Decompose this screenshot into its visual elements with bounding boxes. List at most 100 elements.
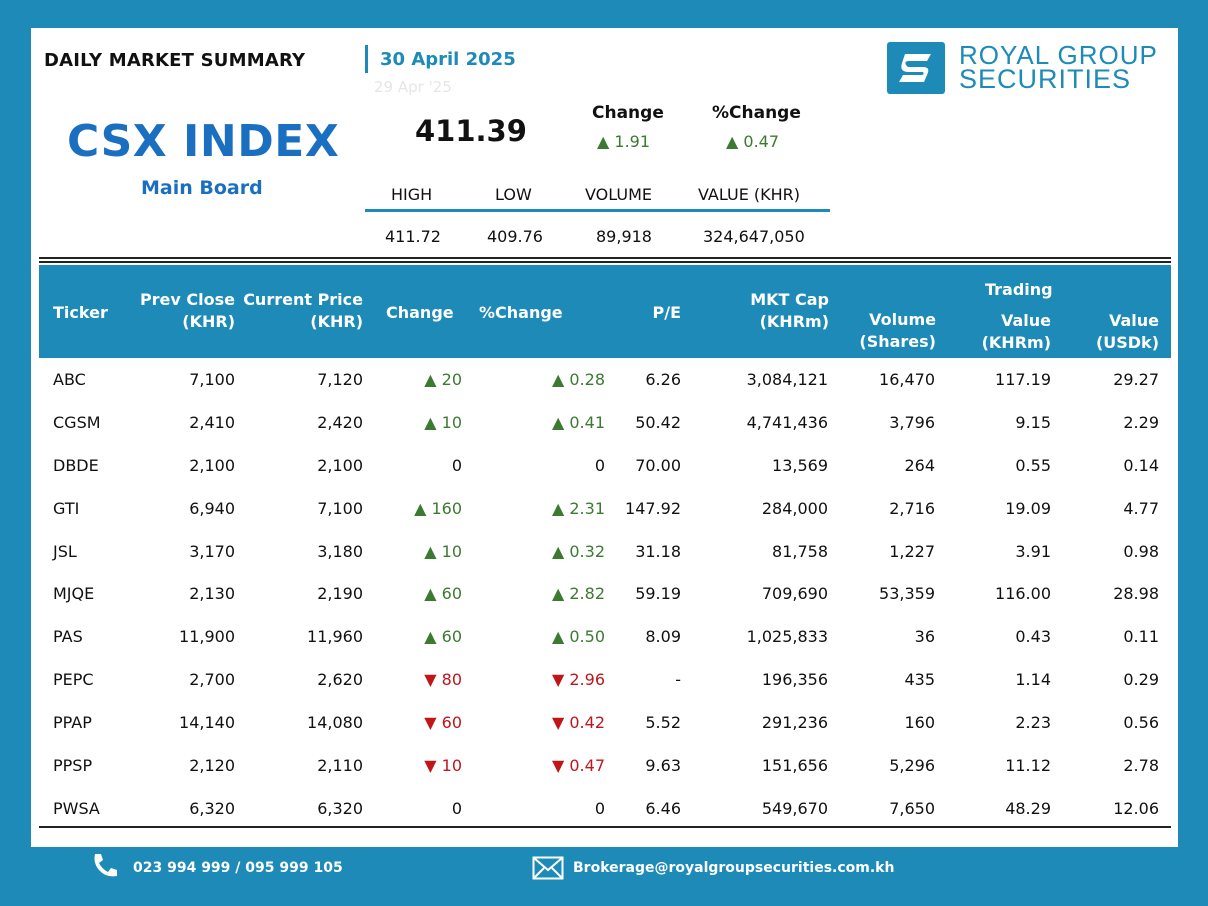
cell-prev-close: 14,140: [179, 713, 235, 733]
table-row: PPSP 2,120 2,110 ▼ 10 ▼ 0.47 9.63 151,656 5,296…: [39, 744, 1171, 787]
cell-mkt-cap: 4,741,436: [746, 412, 828, 432]
table-row: MJQE 2,130 2,190 ▲ 60 ▲ 2.82 59.19 709,690 53,3…: [39, 572, 1171, 615]
cell-ticker: PPSP: [53, 756, 93, 776]
report-title: DAILY MARKET SUMMARY: [44, 50, 306, 71]
footer-phone: 023 994 999 / 095 999 105: [133, 860, 343, 876]
cell-prev-close: 2,120: [189, 756, 235, 776]
index-board: Main Board: [141, 177, 263, 199]
cell-pct-change: ▼ 0.47: [551, 756, 605, 776]
cell-value-khr: 1.14: [1015, 670, 1051, 690]
logo-text-line2: SECURITIES: [959, 64, 1132, 94]
cell-value-khr: 116.00: [995, 584, 1051, 604]
cell-current-price: 11,960: [307, 627, 363, 647]
cell-pct-change: 0: [594, 798, 605, 818]
cell-pct-change: ▲ 0.32: [551, 541, 605, 561]
cell-prev-close: 2,100: [189, 455, 235, 475]
cell-volume: 16,470: [879, 370, 935, 389]
cell-change: ▲ 20: [424, 370, 462, 389]
stat-header-low: LOW: [495, 185, 532, 204]
cell-value-usd: 2.78: [1123, 756, 1159, 776]
th-pe: P/E: [652, 303, 682, 322]
cell-value-usd: 0.14: [1123, 455, 1159, 475]
cell-current-price: 14,080: [307, 713, 363, 733]
change-value: ▲ 1.91: [597, 132, 651, 151]
cell-change: 0: [451, 798, 462, 818]
cell-ticker: GTI: [53, 498, 80, 518]
cell-pct-change: ▲ 0.28: [551, 370, 605, 389]
stats-underline: [365, 209, 830, 212]
cell-value-khr: 9.15: [1015, 412, 1051, 432]
cell-current-price: 6,320: [317, 798, 363, 818]
cell-change: ▲ 10: [424, 412, 462, 432]
cell-prev-close: 6,320: [189, 798, 235, 818]
pct-change-value: ▲ 0.47: [726, 132, 780, 151]
section-divider-top: [39, 257, 1171, 259]
change-label: Change: [592, 103, 664, 123]
cell-change: ▲ 60: [424, 584, 462, 604]
stat-value: 324,647,050: [703, 227, 805, 246]
faded-date: 29 Apr '25: [374, 78, 452, 96]
footer-email[interactable]: Brokerage@royalgroupsecurities.com.kh: [573, 860, 894, 876]
cell-volume: 7,650: [889, 798, 935, 818]
cell-value-usd: 0.11: [1123, 627, 1159, 647]
cell-value-khr: 11.12: [1005, 756, 1051, 776]
cell-current-price: 2,100: [317, 455, 363, 475]
cell-volume: 53,359: [879, 584, 935, 604]
pct-change-label: %Change: [712, 103, 801, 123]
table-row: PWSA 6,320 6,320 0 0 6.46 549,670 7,650 48.29 12.…: [39, 787, 1171, 830]
cell-value-usd: 0.98: [1123, 541, 1159, 561]
table-row: DBDE 2,100 2,100 0 0 70.00 13,569 264 0.55 0.14: [39, 444, 1171, 487]
th-change: Change: [386, 303, 454, 322]
cell-current-price: 2,110: [317, 756, 363, 776]
cell-mkt-cap: 13,569: [772, 455, 828, 475]
cell-ticker: DBDE: [53, 455, 99, 475]
cell-current-price: 2,620: [317, 670, 363, 690]
cell-current-price: 7,100: [317, 498, 363, 518]
cell-current-price: 7,120: [317, 370, 363, 389]
table-row: JSL 3,170 3,180 ▲ 10 ▲ 0.32 31.18 81,758 1,227 3…: [39, 530, 1171, 573]
th-trading: Trading: [985, 280, 1053, 299]
cell-pe: 147.92: [625, 498, 681, 518]
table-bottom-rule: [39, 826, 1171, 828]
th-pct-change: %Change: [479, 303, 563, 322]
stat-header-volume: VOLUME: [585, 185, 652, 204]
rgs-logo-mark-icon: [887, 42, 945, 94]
stat-header-high: HIGH: [391, 185, 433, 204]
cell-change: ▲ 60: [424, 627, 462, 647]
cell-ticker: ABC: [53, 370, 86, 389]
cell-value-usd: 12.06: [1113, 798, 1159, 818]
cell-volume: 1,227: [889, 541, 935, 561]
index-name: CSX INDEX: [67, 116, 340, 167]
cell-mkt-cap: 291,236: [761, 713, 828, 733]
market-table-body: ABC 7,100 7,120 ▲ 20 ▲ 0.28 6.26 3,084,121 16,4…: [39, 358, 1171, 830]
th-mkt-cap: MKT Cap (KHRm): [750, 290, 829, 331]
cell-mkt-cap: 1,025,833: [746, 627, 828, 647]
cell-value-khr: 0.55: [1015, 455, 1051, 475]
cell-ticker: PEPC: [53, 670, 94, 690]
report-date: 30 April 2025: [380, 49, 516, 70]
cell-prev-close: 2,410: [189, 412, 235, 432]
cell-change: ▼ 60: [424, 713, 462, 733]
th-value-usd: Value (USDk): [1095, 311, 1159, 352]
cell-pe: 9.63: [645, 756, 681, 776]
cell-mkt-cap: 196,356: [761, 670, 828, 690]
cell-volume: 36: [914, 627, 935, 647]
cell-pe: 6.26: [645, 370, 681, 389]
cell-volume: 264: [904, 455, 935, 475]
cell-mkt-cap: 81,758: [772, 541, 828, 561]
cell-prev-close: 6,940: [189, 498, 235, 518]
cell-prev-close: 2,700: [189, 670, 235, 690]
cell-change: ▼ 80: [424, 670, 462, 690]
cell-pct-change: ▲ 0.50: [551, 627, 605, 647]
index-value: 411.39: [415, 114, 527, 148]
cell-change: ▲ 10: [424, 541, 462, 561]
cell-prev-close: 11,900: [179, 627, 235, 647]
table-row: GTI 6,940 7,100 ▲ 160 ▲ 2.31 147.92 284,000 2,7…: [39, 487, 1171, 530]
cell-value-usd: 0.56: [1123, 713, 1159, 733]
stat-low: 409.76: [487, 227, 543, 246]
cell-pe: 5.52: [645, 713, 681, 733]
cell-pe: 6.46: [645, 798, 681, 818]
cell-volume: 5,296: [889, 756, 935, 776]
cell-value-usd: 28.98: [1113, 584, 1159, 604]
mail-icon: [532, 856, 564, 884]
